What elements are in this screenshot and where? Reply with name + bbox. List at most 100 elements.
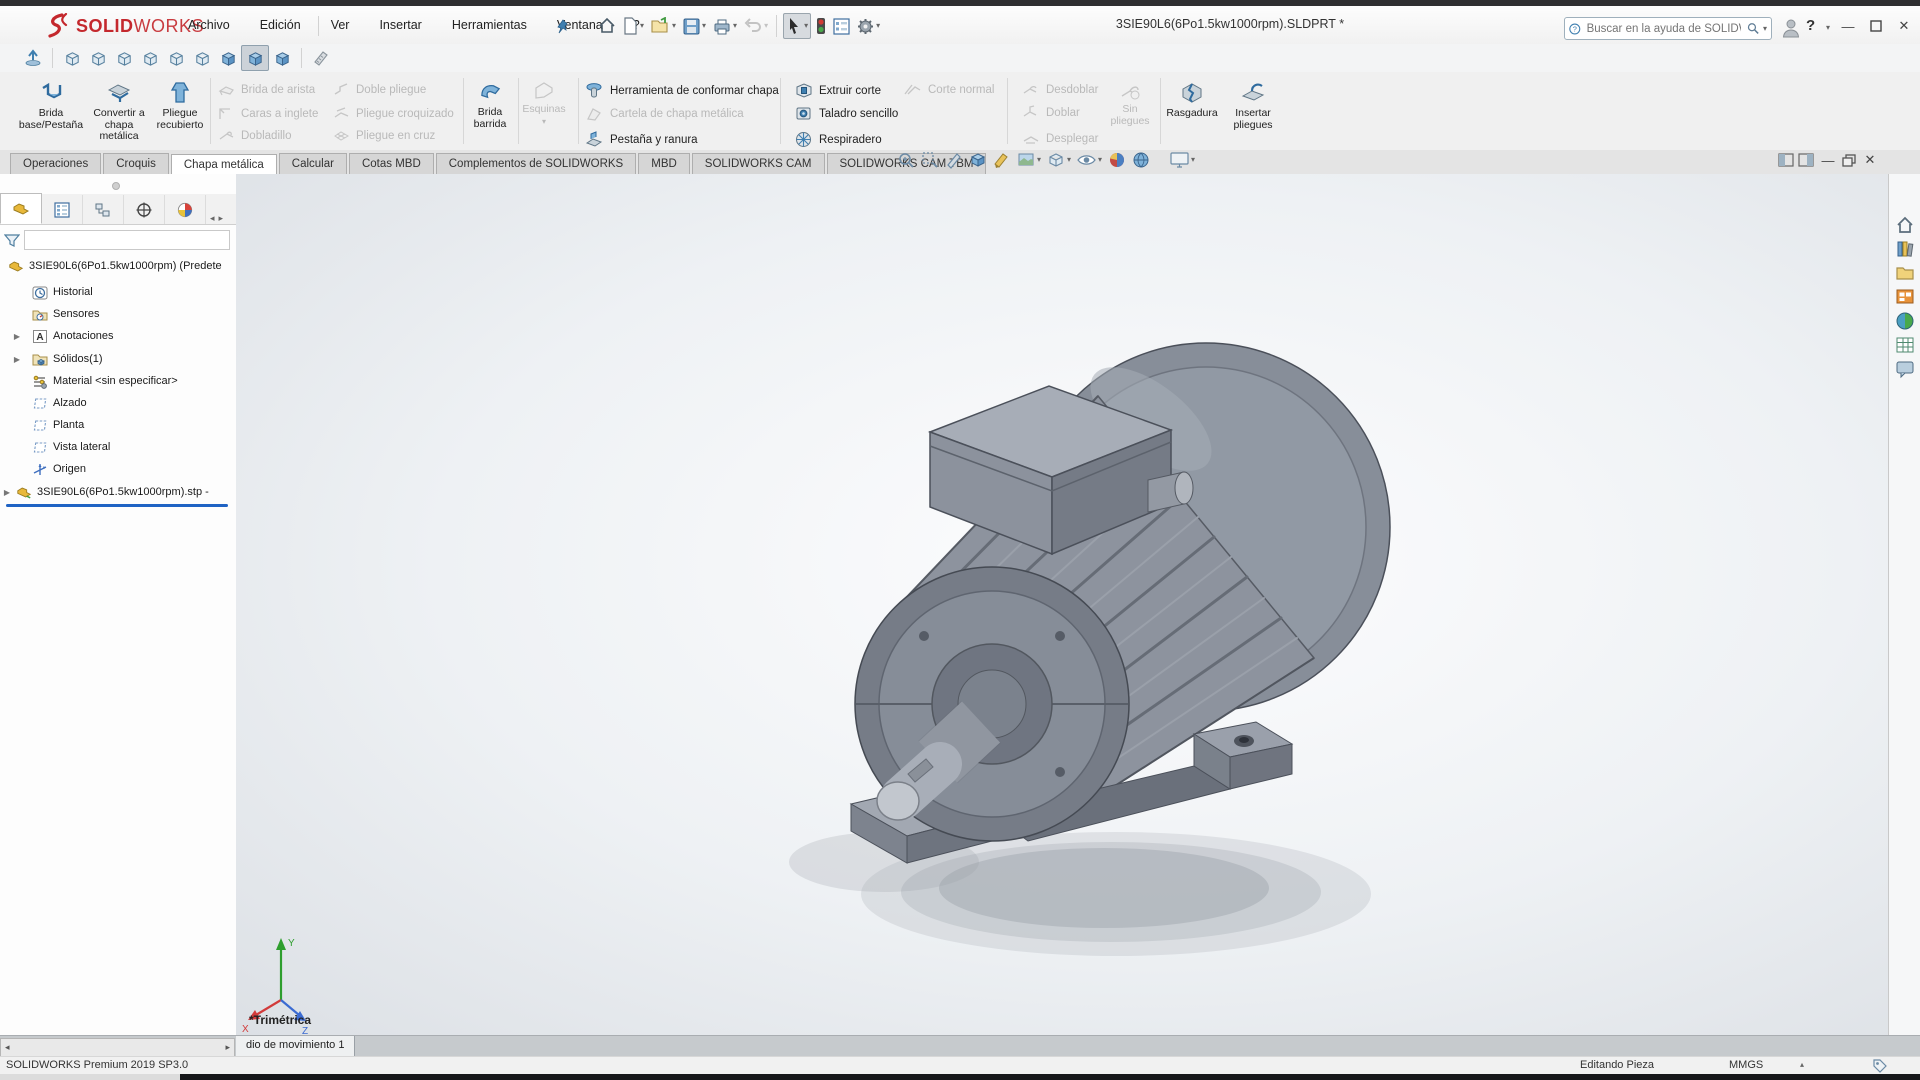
sin-pliegues-button[interactable]: Sin pliegues: [1105, 80, 1155, 127]
scroll-left-arrow-icon[interactable]: ◂: [1, 1042, 14, 1053]
pliegue-cruz-button[interactable]: Pliegue en cruz: [333, 128, 435, 143]
rebuild-button[interactable]: [814, 14, 828, 38]
file-properties-button[interactable]: [831, 15, 852, 38]
undo-button[interactable]: ▾: [742, 15, 770, 37]
tree-item-origen[interactable]: Origen: [0, 459, 236, 479]
panel-grip[interactable]: [0, 174, 236, 195]
view-palette-icon[interactable]: [1895, 287, 1915, 307]
open-button[interactable]: ▾: [649, 14, 678, 38]
design-library-icon[interactable]: [1895, 239, 1915, 259]
custom-properties-icon[interactable]: [1895, 335, 1915, 355]
view-top-button[interactable]: [163, 46, 189, 70]
appearances-scenes-icon[interactable]: [1895, 311, 1915, 331]
tree-item-alzado[interactable]: Alzado: [0, 393, 236, 413]
view-bottom-button[interactable]: [189, 46, 215, 70]
hide-show-items-button[interactable]: ▾: [1077, 151, 1102, 169]
tab-dimxpert[interactable]: [124, 195, 165, 224]
tab-configurations[interactable]: [83, 195, 124, 224]
scroll-left-icon[interactable]: ◂: [210, 213, 215, 224]
taladro-sencillo-button[interactable]: Taladro sencillo: [795, 105, 898, 122]
view-isometric-button[interactable]: [215, 46, 241, 70]
select-tool-button[interactable]: ▾: [783, 13, 811, 39]
view-left-button[interactable]: [111, 46, 137, 70]
print-button[interactable]: ▾: [711, 15, 739, 38]
minimize-button[interactable]: —: [1835, 14, 1861, 38]
pliegue-recubierto-button[interactable]: Pliegue recubierto: [150, 80, 210, 131]
pestana-ranura-button[interactable]: Pestaña y ranura: [585, 131, 698, 148]
expand-arrow-icon[interactable]: ▶: [12, 332, 22, 341]
tree-filter-input[interactable]: [24, 230, 230, 250]
options-button[interactable]: ▾: [855, 15, 882, 38]
tab-calcular[interactable]: Calcular: [279, 153, 347, 174]
tab-chapa-metalica[interactable]: Chapa metálica: [171, 154, 277, 175]
tree-item-historial[interactable]: Historial: [0, 282, 236, 302]
cartela-chapa-button[interactable]: Cartela de chapa metálica: [585, 105, 744, 122]
desdoblar-button[interactable]: Desdoblar: [1022, 82, 1098, 97]
search-scope-caret[interactable]: ▾: [1763, 25, 1767, 33]
tab-cotas-mbd[interactable]: Cotas MBD: [349, 153, 434, 174]
rasgadura-button[interactable]: Rasgadura: [1166, 80, 1218, 120]
rollback-bar[interactable]: [6, 504, 228, 507]
new-document-button[interactable]: ▾: [621, 14, 646, 38]
expand-arrow-icon[interactable]: ▶: [2, 488, 12, 497]
scroll-right-arrow-icon[interactable]: ▸: [221, 1042, 234, 1053]
tree-item-vista-lateral[interactable]: Vista lateral: [0, 437, 236, 457]
tree-item-imported-stp[interactable]: ▶ 3SIE90L6(6Po1.5kw1000rpm).stp -: [0, 482, 236, 502]
menu-archivo[interactable]: Archivo: [186, 15, 232, 35]
brida-base-button[interactable]: Brida base/Pestaña: [16, 80, 86, 131]
insertar-pliegues-button[interactable]: Insertar pliegues: [1226, 80, 1280, 131]
brida-arista-button[interactable]: Brida de arista: [218, 82, 315, 97]
view-orientation-icon[interactable]: [969, 151, 987, 169]
tree-root-item[interactable]: 3SIE90L6(6Po1.5kw1000rpm) (Predete: [0, 256, 236, 276]
doc-close-button[interactable]: ✕: [1860, 151, 1880, 169]
convertir-chapa-button[interactable]: Convertir a chapa metálica: [86, 80, 152, 143]
tree-item-anotaciones[interactable]: ▶ A Anotaciones: [0, 326, 236, 346]
menu-ver[interactable]: Ver: [329, 15, 352, 35]
login-user-icon[interactable]: [1782, 18, 1800, 38]
menu-insertar[interactable]: Insertar: [377, 15, 423, 35]
exit-sketch-button[interactable]: [20, 46, 46, 70]
help-search-box[interactable]: ? ▾: [1564, 17, 1772, 40]
help-caret[interactable]: ▾: [1826, 24, 1830, 32]
menu-herramientas[interactable]: Herramientas: [450, 15, 529, 35]
view-trimetric-button[interactable]: [241, 45, 269, 71]
tree-item-solidos[interactable]: ▶ Sólidos(1): [0, 349, 236, 369]
view-dimetric-button[interactable]: [269, 46, 295, 70]
file-explorer-icon[interactable]: [1895, 263, 1915, 283]
tree-item-material[interactable]: Material <sin especificar>: [0, 371, 236, 391]
search-icon[interactable]: [1747, 21, 1759, 36]
tab-mbd[interactable]: MBD: [638, 153, 690, 174]
respiradero-button[interactable]: Respiradero: [795, 131, 882, 148]
tree-item-sensores[interactable]: Sensores: [0, 304, 236, 324]
apply-scene-button[interactable]: ▾: [1017, 151, 1041, 169]
scene-sphere-icon[interactable]: [1132, 151, 1150, 169]
tab-solidworks-cam[interactable]: SOLIDWORKS CAM: [692, 153, 825, 174]
taskpane-home-icon[interactable]: [1895, 215, 1915, 235]
caras-inglete-button[interactable]: Caras a inglete: [218, 106, 318, 121]
edit-appearance-icon[interactable]: [993, 151, 1011, 169]
scroll-right-icon[interactable]: ▸: [219, 213, 224, 224]
herramienta-conformar-button[interactable]: Herramienta de conformar chapa: [585, 82, 779, 99]
doble-pliegue-button[interactable]: Doble pliegue: [333, 82, 426, 97]
dobladillo-button[interactable]: Dobladillo: [218, 128, 292, 143]
menu-edicion[interactable]: Edición: [258, 15, 303, 35]
pane-right-icon[interactable]: [1798, 153, 1814, 167]
view-settings-button[interactable]: ▾: [1170, 152, 1195, 168]
pin-menu-icon[interactable]: [556, 19, 570, 35]
view-right-button[interactable]: [137, 46, 163, 70]
view-back-button[interactable]: [85, 46, 111, 70]
tab-croquis[interactable]: Croquis: [103, 153, 169, 174]
pliegue-croquizado-button[interactable]: Pliegue croquizado: [333, 106, 454, 121]
tab-operaciones[interactable]: Operaciones: [10, 153, 101, 174]
pane-left-icon[interactable]: [1778, 153, 1794, 167]
search-input[interactable]: [1585, 22, 1743, 36]
doblar-button[interactable]: Doblar: [1022, 105, 1080, 120]
extruir-corte-button[interactable]: Extruir corte: [795, 82, 881, 99]
close-button[interactable]: ✕: [1891, 14, 1917, 38]
corte-normal-button[interactable]: Corte normal: [903, 82, 994, 97]
save-button[interactable]: ▾: [681, 15, 708, 38]
tab-property-manager[interactable]: [42, 195, 83, 224]
motor-model[interactable]: Y X Z: [236, 174, 1888, 1035]
brida-barrida-button[interactable]: Brida barrida: [466, 80, 514, 130]
graphics-viewport[interactable]: Y X Z *Trimétrica: [236, 174, 1888, 1035]
